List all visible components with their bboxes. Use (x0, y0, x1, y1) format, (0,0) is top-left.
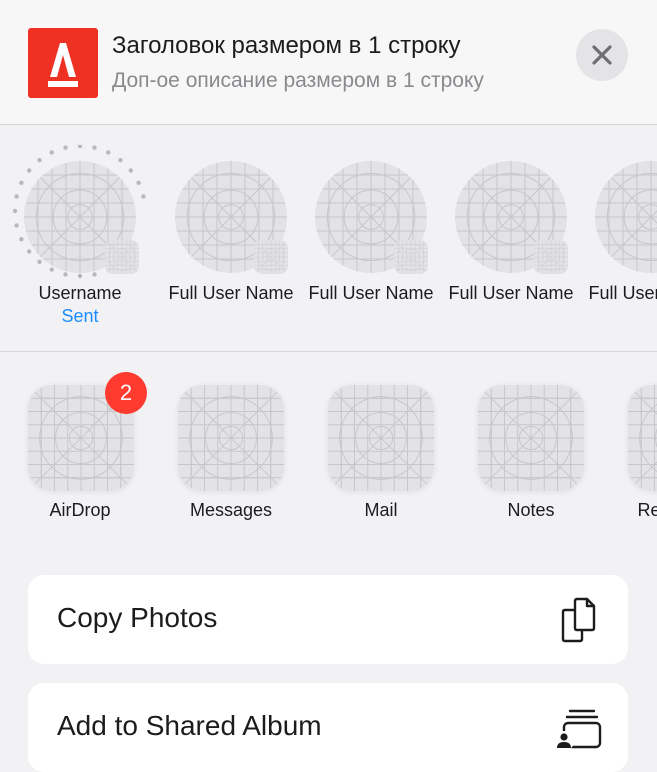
copy-icon (561, 597, 596, 643)
app-label: Notes (507, 500, 555, 520)
person-contact[interactable]: Full User Name (581, 125, 657, 351)
header-title: Заголовок размером в 1 строку (112, 32, 461, 59)
alfa-logo (28, 28, 98, 98)
person-name: Full User Name (588, 283, 657, 303)
app-badge-icon (394, 240, 428, 274)
close-icon (592, 45, 612, 65)
app-messages[interactable]: Messages (156, 352, 306, 544)
app-label: AirDrop (49, 500, 111, 520)
person-contact[interactable]: Full User Name (301, 125, 441, 351)
avatar (595, 161, 657, 273)
person-name: Full User Name (168, 283, 294, 303)
person-name: Full User Name (448, 283, 574, 303)
app-label: Mail (364, 500, 398, 520)
copy-photos-action[interactable]: Copy Photos (28, 575, 628, 664)
person-contact[interactable]: Full User Name (441, 125, 581, 351)
person-contact[interactable]: Full User Name (161, 125, 301, 351)
app-notes[interactable]: Notes (456, 352, 606, 544)
notes-icon (478, 385, 584, 491)
app-badge-icon (254, 240, 288, 274)
share-sheet-header: Заголовок размером в 1 строку Доп-ое опи… (0, 0, 657, 125)
person-name: Username (38, 283, 122, 303)
mail-icon (328, 385, 434, 491)
notification-badge: 2 (105, 372, 147, 414)
person-name: Full User Name (308, 283, 434, 303)
shared-album-icon (556, 709, 602, 751)
app-label: Reminders (637, 500, 657, 520)
header-subtitle: Доп-ое описание размером в 1 строку (112, 69, 484, 92)
app-mail[interactable]: Mail (306, 352, 456, 544)
app-badge-icon (105, 240, 139, 274)
add-to-shared-album-action[interactable]: Add to Shared Album (28, 683, 628, 772)
action-label: Add to Shared Album (57, 710, 322, 741)
reminders-icon (628, 385, 657, 491)
apps-row: 2 AirDrop Messages Mail Notes Reminders (0, 352, 657, 544)
people-suggestions-row: Username Sent Full User Name Full User N… (0, 125, 657, 352)
app-badge-icon (534, 240, 568, 274)
person-contact[interactable]: Username Sent (10, 125, 150, 351)
action-label: Copy Photos (57, 602, 218, 633)
messages-icon (178, 385, 284, 491)
close-button[interactable] (576, 29, 628, 81)
app-reminders[interactable]: Reminders (606, 352, 657, 544)
app-airdrop[interactable]: 2 AirDrop (5, 352, 155, 544)
person-status: Sent (61, 306, 99, 326)
app-label: Messages (189, 500, 273, 520)
